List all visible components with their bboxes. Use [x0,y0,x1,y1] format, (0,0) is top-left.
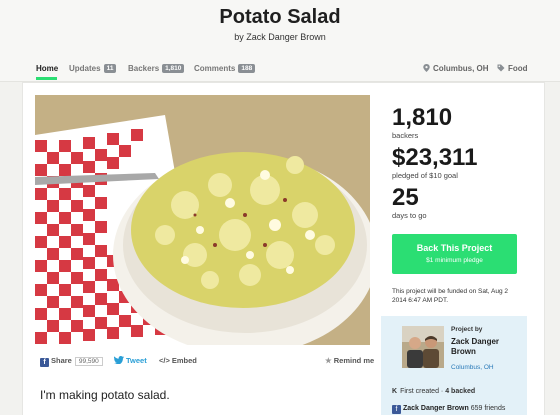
embed-button[interactable]: </> Embed [159,356,197,365]
category-label: Food [508,64,528,73]
creator-facebook[interactable]: f Zack Danger Brown 659 friends [392,405,505,414]
backers-label: backers [392,131,419,140]
kickstarter-k-icon: K [392,388,398,395]
tab-updates-label: Updates [69,64,101,73]
creator-name[interactable]: Zack Danger Brown [451,337,521,357]
tab-comments-label: Comments [194,64,236,73]
share-bar: f Share 99,590 Tweet </> Embed ★ Remind me [40,356,376,370]
project-header: Potato Salad by Zack Danger Brown [0,0,560,55]
twitter-bird-icon [114,356,124,365]
pledged-label: pledged of $10 goal [392,171,458,180]
tab-updates[interactable]: Updates 11 [69,64,117,73]
facebook-icon: f [40,358,49,367]
back-this-project-button[interactable]: Back This Project $1 minimum pledge [392,234,517,274]
tweet-label: Tweet [126,356,147,365]
project-by-label: Project by [451,326,483,333]
creator-location[interactable]: Columbus, OH [451,364,494,371]
tab-comments[interactable]: Comments 188 [194,64,256,73]
remind-label: Remind me [333,356,375,365]
comments-count-badge: 188 [238,64,256,73]
active-tab-indicator [36,77,57,80]
star-icon: ★ [325,356,332,365]
project-title: Potato Salad [219,6,341,28]
back-button-label: Back This Project [416,243,493,253]
days-to-go-label: days to go [392,211,427,220]
backers-count-badge: 1,810 [162,64,185,73]
creator-history: K First created · 4 backed [392,388,476,395]
embed-icon: </> [159,356,170,365]
funding-note: This project will be funded on Sat, Aug … [392,288,508,304]
location-pin-icon [423,64,430,72]
project-description: I'm making potato salad. [40,388,170,402]
days-to-go-count: 25 [392,184,419,211]
location-link[interactable]: Columbus, OH [423,64,489,73]
facebook-share-button[interactable]: f Share 99,590 [40,356,103,367]
project-byline[interactable]: by Zack Danger Brown [0,32,560,42]
remind-me-button[interactable]: ★ Remind me [325,356,374,365]
project-image[interactable] [35,95,370,345]
fb-friends-count: 659 friends [470,405,506,412]
creator-fb-name: Zack Danger Brown [403,405,469,412]
facebook-icon: f [392,405,401,414]
tab-backers[interactable]: Backers 1,810 [128,64,185,73]
embed-label: Embed [171,356,197,365]
category-link[interactable]: Food [497,64,528,73]
pledged-amount: $23,311 [392,144,478,171]
minimum-pledge-label: $1 minimum pledge [426,257,483,264]
share-count: 99,590 [74,357,103,366]
updates-count-badge: 11 [103,64,117,73]
tab-backers-label: Backers [128,64,160,73]
creator-avatar[interactable] [402,326,444,368]
tab-home[interactable]: Home [36,64,58,73]
first-created-label: First created [400,388,439,395]
backed-count: 4 backed [445,388,476,395]
backers-count: 1,810 [392,104,453,131]
facebook-share-label: Share [51,356,72,365]
tweet-button[interactable]: Tweet [114,356,147,365]
tab-home-label: Home [36,64,59,73]
location-label: Columbus, OH [433,64,489,73]
tag-icon [497,64,505,72]
project-nav: Home Updates 11 Backers 1,810 Comments 188 … [0,55,560,82]
